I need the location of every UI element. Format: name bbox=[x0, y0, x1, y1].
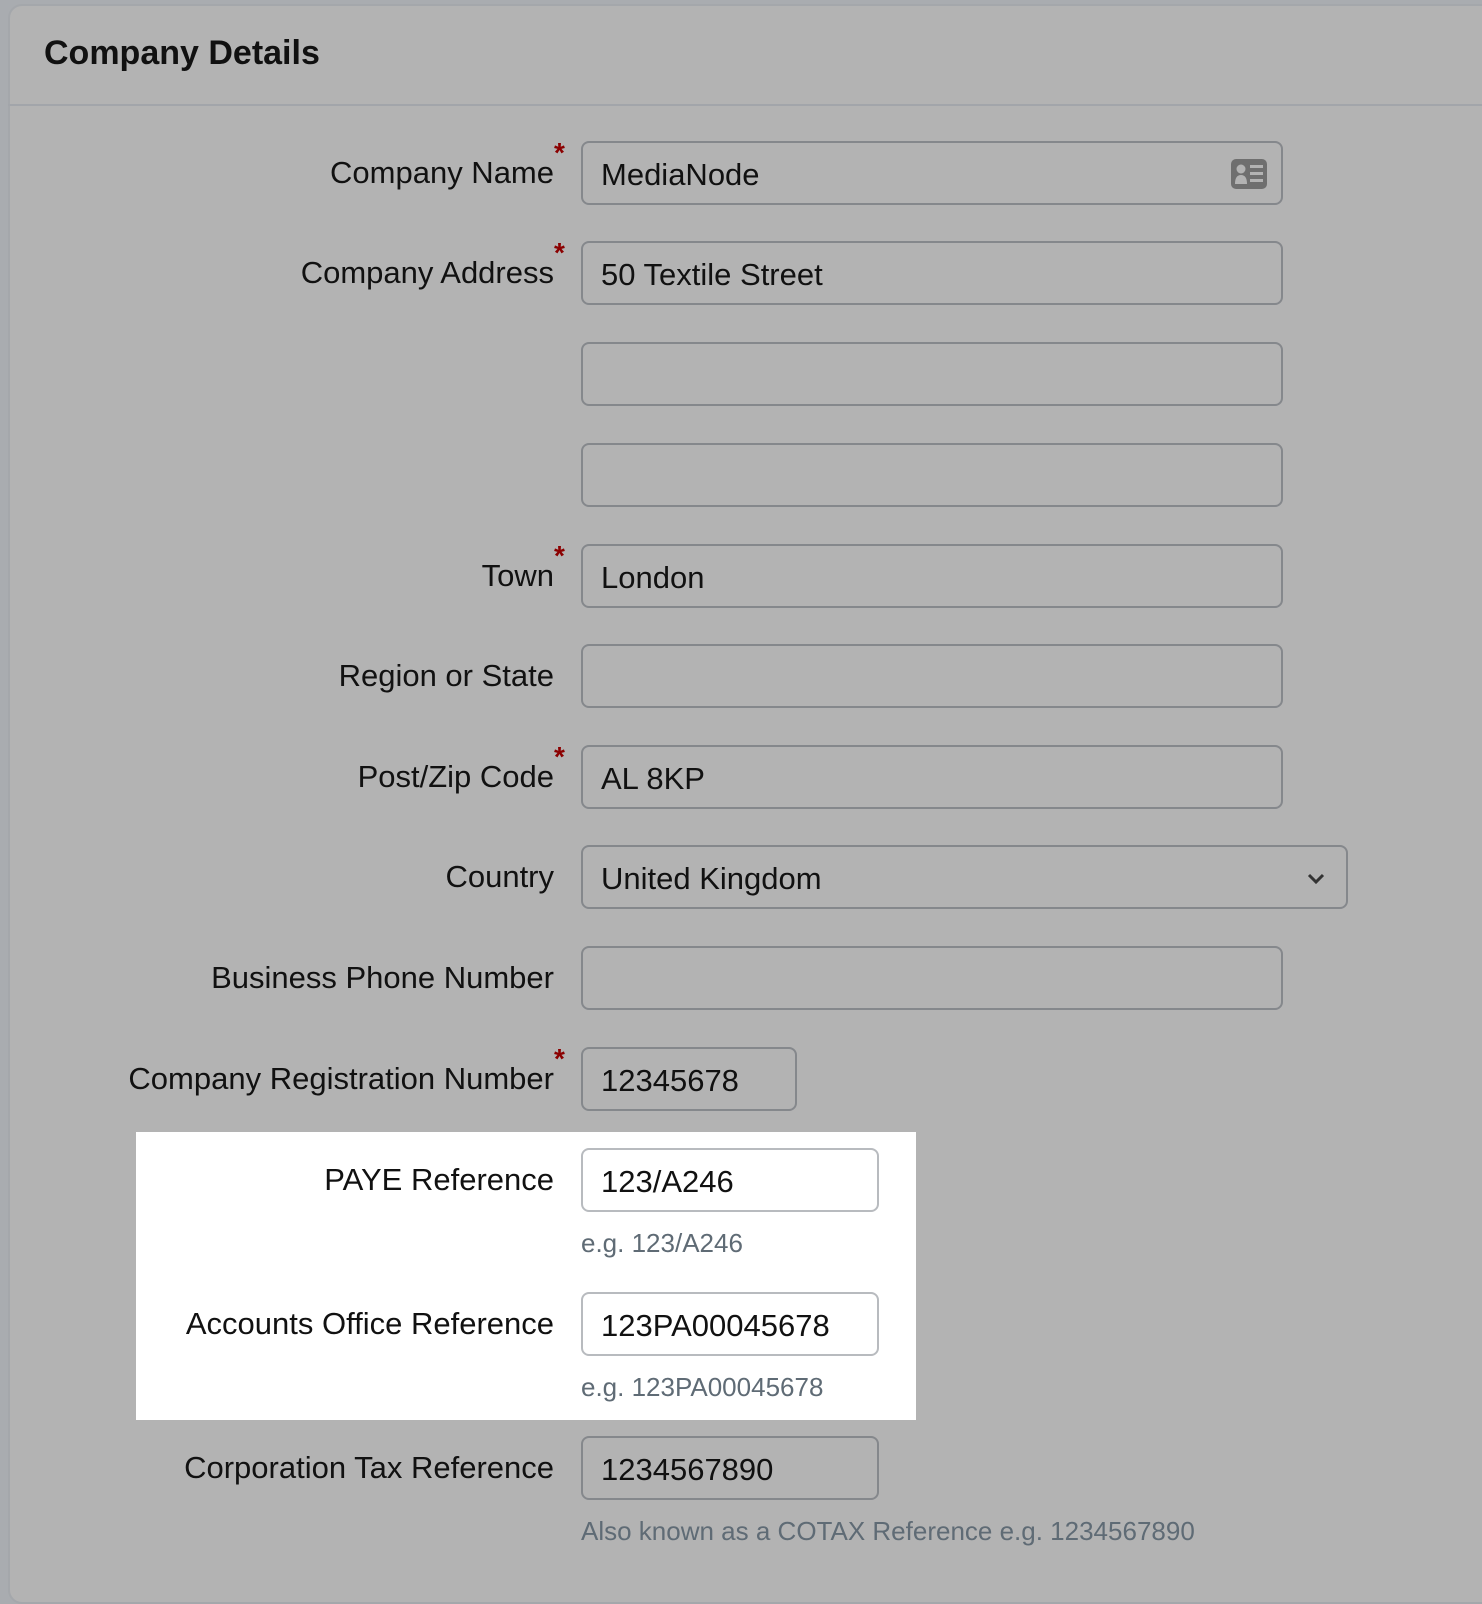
required-marker: * bbox=[554, 540, 565, 571]
field-label: Town bbox=[481, 558, 554, 593]
company-registration-number-input[interactable]: 12345678 bbox=[581, 1047, 797, 1111]
input-value: United Kingdom bbox=[601, 861, 822, 896]
required-marker: * bbox=[554, 137, 565, 168]
page-title: Company Details bbox=[44, 34, 320, 72]
field-label: Business Phone Number bbox=[211, 960, 554, 995]
region-or-state-input[interactable] bbox=[581, 644, 1283, 708]
input-value: London bbox=[601, 560, 705, 595]
town-input[interactable]: London bbox=[581, 544, 1283, 608]
company-address-input[interactable]: 50 Textile Street bbox=[581, 241, 1283, 305]
field-label: Country bbox=[445, 859, 554, 894]
business-phone-number-input[interactable] bbox=[581, 946, 1283, 1010]
paye-reference-input[interactable]: 123/A246 bbox=[581, 1148, 879, 1212]
field-label: Post/Zip Code bbox=[357, 759, 554, 794]
field-label: PAYE Reference bbox=[324, 1162, 554, 1197]
accounts-office-reference-input[interactable]: 123PA00045678 bbox=[581, 1292, 879, 1356]
address-line-input[interactable] bbox=[581, 443, 1283, 507]
input-value: 1234567890 bbox=[601, 1452, 774, 1487]
form-row: Company Name * MediaNode bbox=[0, 137, 1482, 205]
contact-card-icon[interactable] bbox=[1231, 159, 1267, 197]
input-value: 123/A246 bbox=[601, 1164, 734, 1199]
field-hint: Also known as a COTAX Reference e.g. 123… bbox=[581, 1516, 1195, 1546]
input-value: AL 8KP bbox=[601, 761, 705, 796]
form-row: Company Registration Number * 12345678 bbox=[0, 1043, 1482, 1111]
form-row: Country United Kingdom bbox=[0, 845, 1482, 909]
company-name-input[interactable]: MediaNode bbox=[581, 141, 1283, 205]
field-label: Company Name bbox=[330, 155, 554, 190]
form-row: Town * London bbox=[0, 540, 1482, 608]
address-line-input[interactable] bbox=[581, 342, 1283, 406]
form-row: Region or State bbox=[0, 644, 1482, 708]
form-row: Corporation Tax Reference 1234567890 Also … bbox=[0, 1436, 1482, 1546]
field-label: Corporation Tax Reference bbox=[184, 1450, 554, 1485]
form-row: PAYE Reference 123/A246 e.g. 123/A246 bbox=[0, 1148, 1482, 1258]
field-label: Accounts Office Reference bbox=[185, 1306, 554, 1341]
input-value: 123PA00045678 bbox=[601, 1308, 830, 1343]
required-marker: * bbox=[554, 237, 565, 268]
country-input[interactable]: United Kingdom bbox=[581, 845, 1348, 909]
field-label: Region or State bbox=[338, 658, 554, 693]
form-row bbox=[0, 342, 1482, 406]
field-label: Company Address bbox=[300, 255, 554, 290]
post-zip-code-input[interactable]: AL 8KP bbox=[581, 745, 1283, 809]
form-row: Post/Zip Code * AL 8KP bbox=[0, 741, 1482, 809]
input-value: 12345678 bbox=[601, 1063, 739, 1098]
corporation-tax-reference-input[interactable]: 1234567890 bbox=[581, 1436, 879, 1500]
required-marker: * bbox=[554, 741, 565, 772]
field-hint: e.g. 123/A246 bbox=[581, 1228, 743, 1258]
field-label: Company Registration Number bbox=[128, 1061, 554, 1096]
form-row: Accounts Office Reference 123PA00045678 e.… bbox=[0, 1292, 1482, 1402]
form-row: Business Phone Number bbox=[0, 946, 1482, 1010]
form-row: Company Address * 50 Textile Street bbox=[0, 237, 1482, 305]
form-row bbox=[0, 443, 1482, 507]
chevron-down-icon[interactable] bbox=[1306, 865, 1326, 893]
panel-header: Company Details bbox=[8, 4, 1482, 106]
input-value: MediaNode bbox=[601, 157, 760, 192]
required-marker: * bbox=[554, 1043, 565, 1074]
field-hint: e.g. 123PA00045678 bbox=[581, 1372, 824, 1402]
input-value: 50 Textile Street bbox=[601, 257, 823, 292]
